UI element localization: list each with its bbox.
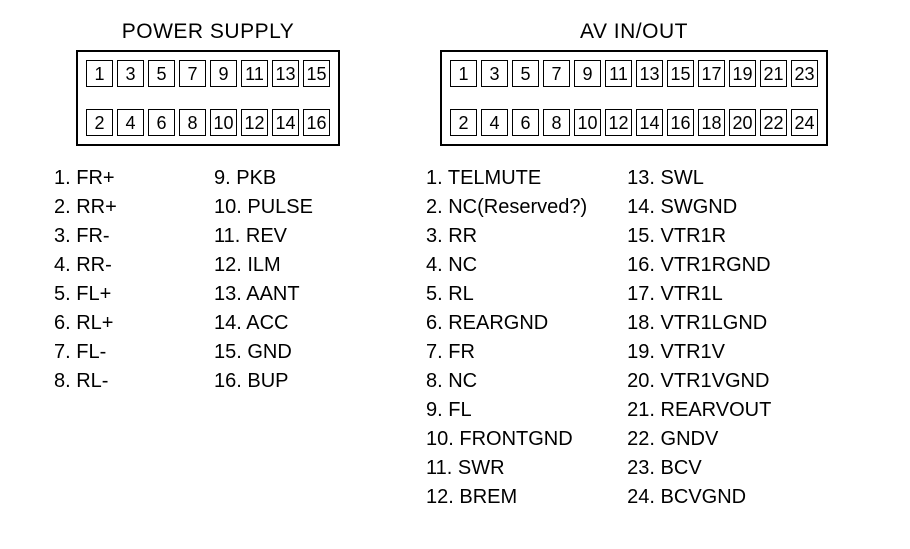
signal-item: 2. RR+ [54,193,174,222]
signal-item: 5. FL+ [54,280,174,309]
pin-15: 15 [667,60,694,87]
signal-item: 12. ILM [214,251,334,280]
pin-21: 21 [760,60,787,87]
signal-item: 10. FRONTGND [426,425,587,454]
signal-item: 11. SWR [426,454,587,483]
signal-item: 10. PULSE [214,193,334,222]
pin-4: 4 [481,109,508,136]
power-supply-top-row: 13579111315 [86,60,330,87]
signal-item: 11. REV [214,222,334,251]
pin-13: 13 [636,60,663,87]
pin-3: 3 [117,60,144,87]
pin-10: 10 [210,109,237,136]
pin-8: 8 [179,109,206,136]
pin-5: 5 [148,60,175,87]
av-in-out-block: AV IN/OUT 1357911131517192123 2468101214… [440,20,828,146]
signal-item: 4. RR- [54,251,174,280]
pin-2: 2 [450,109,477,136]
signal-item: 7. FL- [54,338,174,367]
signal-item: 20. VTR1VGND [627,367,771,396]
pin-7: 7 [543,60,570,87]
pin-12: 12 [241,109,268,136]
pin-16: 16 [667,109,694,136]
pin-6: 6 [148,109,175,136]
signal-item: 16. BUP [214,367,334,396]
pin-24: 24 [791,109,818,136]
signal-item: 1. TELMUTE [426,164,587,193]
av-in-out-top-row: 1357911131517192123 [450,60,818,87]
signal-item: 15. VTR1R [627,222,771,251]
signal-item: 6. REARGND [426,309,587,338]
pin-2: 2 [86,109,113,136]
pin-15: 15 [303,60,330,87]
pin-20: 20 [729,109,756,136]
pin-5: 5 [512,60,539,87]
pin-7: 7 [179,60,206,87]
signal-item: 3. FR- [54,222,174,251]
signal-item: 16. VTR1RGND [627,251,771,280]
av-in-out-connector: 1357911131517192123 24681012141618202224 [440,50,828,146]
signal-item: 13. SWL [627,164,771,193]
signal-item: 4. NC [426,251,587,280]
power-supply-bottom-row: 246810121416 [86,109,330,136]
signal-item: 8. NC [426,367,587,396]
pin-18: 18 [698,109,725,136]
signal-item: 14. SWGND [627,193,771,222]
pin-10: 10 [574,109,601,136]
signal-item: 23. BCV [627,454,771,483]
av-in-out-bottom-row: 24681012141618202224 [450,109,818,136]
signal-item: 7. FR [426,338,587,367]
signal-item: 22. GNDV [627,425,771,454]
signal-item: 19. VTR1V [627,338,771,367]
signal-item: 9. PKB [214,164,334,193]
pin-11: 11 [241,60,268,87]
signal-item: 14. ACC [214,309,334,338]
pin-12: 12 [605,109,632,136]
signal-item: 8. RL- [54,367,174,396]
pin-16: 16 [303,109,330,136]
pin-6: 6 [512,109,539,136]
signal-item: 18. VTR1LGND [627,309,771,338]
signal-item: 6. RL+ [54,309,174,338]
pin-22: 22 [760,109,787,136]
signal-item: 15. GND [214,338,334,367]
pin-19: 19 [729,60,756,87]
pin-14: 14 [636,109,663,136]
signal-item: 2. NC(Reserved?) [426,193,587,222]
connectors-row: POWER SUPPLY 13579111315 246810121416 AV… [30,20,880,146]
signal-item: 9. FL [426,396,587,425]
pin-1: 1 [86,60,113,87]
pin-14: 14 [272,109,299,136]
pin-8: 8 [543,109,570,136]
pin-13: 13 [272,60,299,87]
signal-item: 3. RR [426,222,587,251]
av-in-out-title: AV IN/OUT [580,20,688,44]
signal-item: 5. RL [426,280,587,309]
pin-1: 1 [450,60,477,87]
signal-item: 21. REARVOUT [627,396,771,425]
signal-item: 12. BREM [426,483,587,512]
pin-3: 3 [481,60,508,87]
pin-11: 11 [605,60,632,87]
signal-item: 24. BCVGND [627,483,771,512]
power-supply-connector: 13579111315 246810121416 [76,50,340,146]
pin-9: 9 [210,60,237,87]
signal-item: 17. VTR1L [627,280,771,309]
pin-17: 17 [698,60,725,87]
signal-item: 13. AANT [214,280,334,309]
pin-23: 23 [791,60,818,87]
pin-9: 9 [574,60,601,87]
signal-item: 1. FR+ [54,164,174,193]
power-supply-block: POWER SUPPLY 13579111315 246810121416 [76,20,340,146]
power-supply-title: POWER SUPPLY [122,20,294,44]
av-in-out-signal-list: 1. TELMUTE2. NC(Reserved?)3. RR4. NC5. R… [426,164,771,512]
power-supply-signal-list: 1. FR+2. RR+3. FR-4. RR-5. FL+6. RL+7. F… [54,164,334,512]
signal-lists: 1. FR+2. RR+3. FR-4. RR-5. FL+6. RL+7. F… [30,164,880,512]
pin-4: 4 [117,109,144,136]
